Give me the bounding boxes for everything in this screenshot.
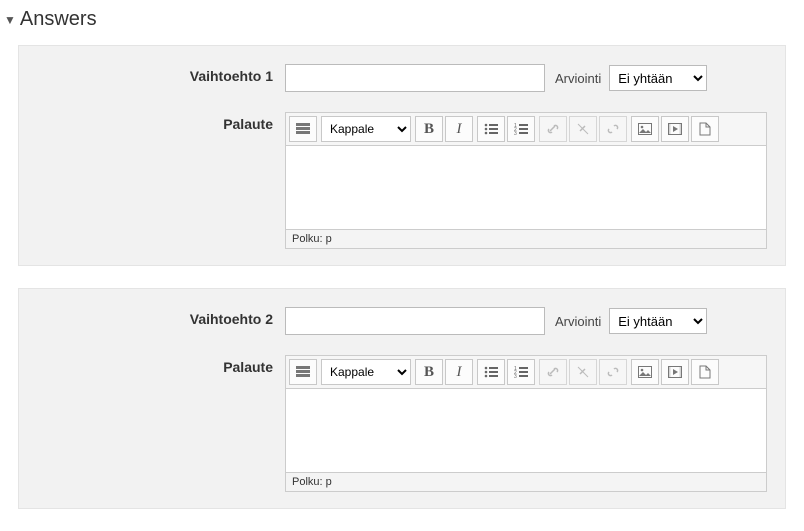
grade-label: Arviointi <box>555 314 601 329</box>
editor-toolbar: Kappale B I 123 <box>285 112 767 146</box>
anchor-button[interactable] <box>599 116 627 142</box>
option-label: Vaihtoehto 1 <box>35 64 285 84</box>
collapse-triangle-icon: ▼ <box>4 13 16 27</box>
bold-button[interactable]: B <box>415 116 443 142</box>
media-button[interactable] <box>661 116 689 142</box>
option-row: Vaihtoehto 1 Arviointi Ei yhtään <box>35 64 769 92</box>
editor-toolbar: Kappale B I 123 <box>285 355 767 389</box>
editor-status-bar: Polku: p <box>285 230 767 249</box>
anchor-button[interactable] <box>599 359 627 385</box>
feedback-row: Palaute Kappale B I <box>35 355 769 492</box>
image-button[interactable] <box>631 359 659 385</box>
grade-select[interactable]: Ei yhtään <box>609 308 707 334</box>
file-button[interactable] <box>691 116 719 142</box>
feedback-label: Palaute <box>35 112 285 132</box>
grade-label: Arviointi <box>555 71 601 86</box>
italic-button[interactable]: I <box>445 116 473 142</box>
image-button[interactable] <box>631 116 659 142</box>
link-button[interactable] <box>539 359 567 385</box>
paragraph-format-select[interactable]: Kappale <box>321 116 411 142</box>
feedback-editor[interactable] <box>285 389 767 473</box>
svg-text:3: 3 <box>514 374 517 378</box>
italic-button[interactable]: I <box>445 359 473 385</box>
answer-block-2: Vaihtoehto 2 Arviointi Ei yhtään Palaute… <box>18 288 786 509</box>
section-title: Answers <box>20 8 97 31</box>
option-input[interactable] <box>285 64 545 92</box>
feedback-label: Palaute <box>35 355 285 375</box>
toolbar-toggle-button[interactable] <box>289 116 317 142</box>
answer-block-1: Vaihtoehto 1 Arviointi Ei yhtään Palaute… <box>18 45 786 266</box>
feedback-row: Palaute Kappale B I <box>35 112 769 249</box>
bold-button[interactable]: B <box>415 359 443 385</box>
paragraph-format-select[interactable]: Kappale <box>321 359 411 385</box>
section-header[interactable]: ▼ Answers <box>0 0 804 37</box>
editor-status-bar: Polku: p <box>285 473 767 492</box>
feedback-editor[interactable] <box>285 146 767 230</box>
media-button[interactable] <box>661 359 689 385</box>
bullet-list-button[interactable] <box>477 116 505 142</box>
option-row: Vaihtoehto 2 Arviointi Ei yhtään <box>35 307 769 335</box>
link-button[interactable] <box>539 116 567 142</box>
bullet-list-button[interactable] <box>477 359 505 385</box>
option-input[interactable] <box>285 307 545 335</box>
grade-select[interactable]: Ei yhtään <box>609 65 707 91</box>
svg-text:3: 3 <box>514 131 517 135</box>
numbered-list-button[interactable]: 123 <box>507 359 535 385</box>
toolbar-toggle-button[interactable] <box>289 359 317 385</box>
file-button[interactable] <box>691 359 719 385</box>
numbered-list-button[interactable]: 123 <box>507 116 535 142</box>
unlink-button[interactable] <box>569 116 597 142</box>
unlink-button[interactable] <box>569 359 597 385</box>
option-label: Vaihtoehto 2 <box>35 307 285 327</box>
